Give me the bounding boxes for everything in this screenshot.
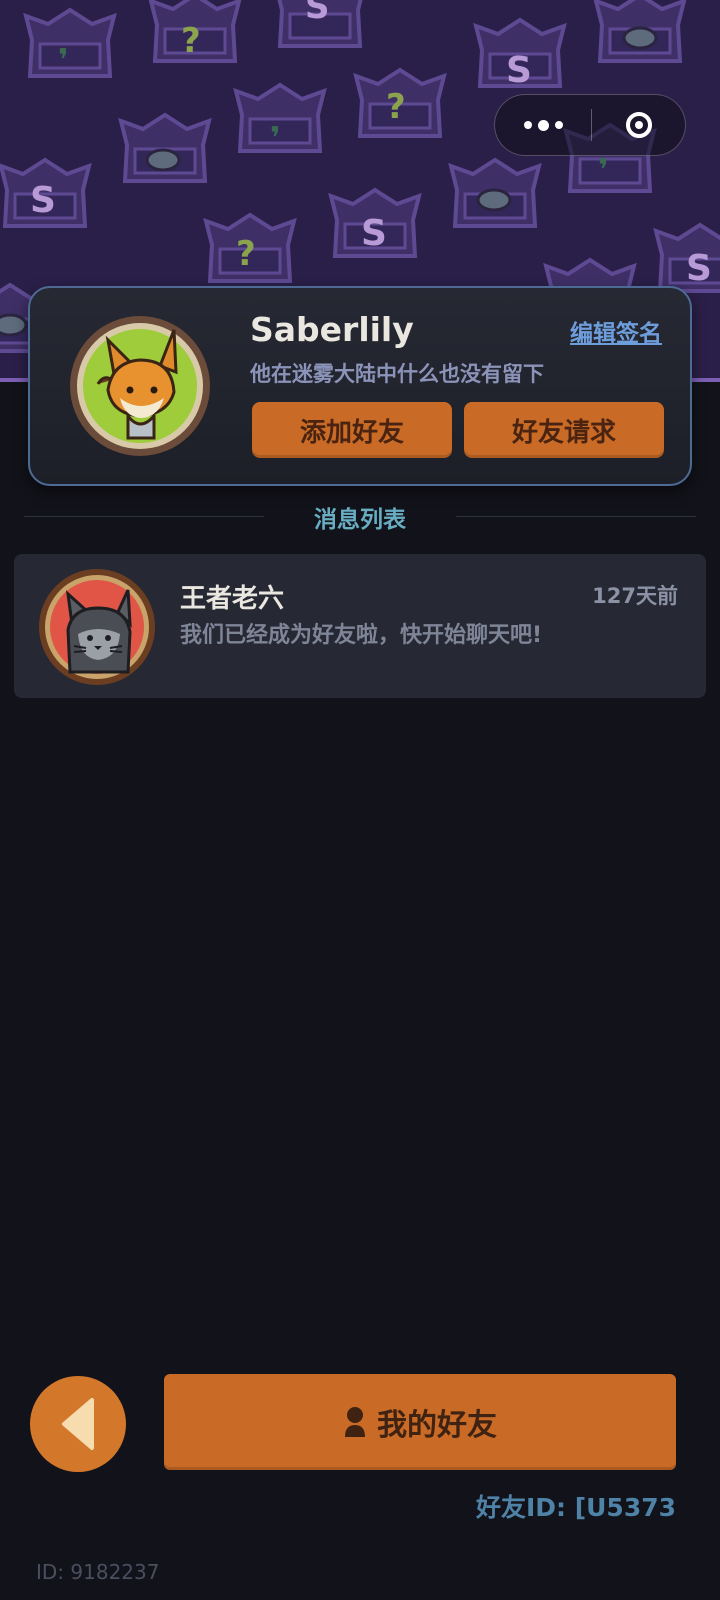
- svg-text:❜: ❜: [58, 43, 68, 78]
- svg-text:❜: ❜: [270, 121, 280, 156]
- svg-text:?: ?: [181, 21, 201, 61]
- svg-text:?: ?: [236, 234, 256, 274]
- cat-avatar: [39, 569, 155, 685]
- add-friend-button[interactable]: 添加好友: [252, 402, 452, 458]
- edit-signature-link[interactable]: 编辑签名: [570, 314, 662, 348]
- friends-page: ❜ ? S S ❜ ? ❜ S ? S S Saberlily 编辑签名 他在迷…: [0, 0, 720, 1600]
- user-id-text: ID: 9182237: [36, 1560, 160, 1584]
- profile-card: Saberlily 编辑签名 他在迷雾大陆中什么也没有留下 添加好友 好友请求: [28, 286, 692, 486]
- friend-requests-button[interactable]: 好友请求: [464, 402, 664, 458]
- back-button[interactable]: [30, 1376, 126, 1472]
- username: Saberlily: [250, 310, 414, 349]
- signature-text: 他在迷雾大陆中什么也没有留下: [250, 362, 544, 386]
- target-close-icon[interactable]: [591, 95, 687, 155]
- message-time: 127天前: [592, 584, 678, 608]
- svg-text:S: S: [506, 50, 532, 91]
- message-preview: 我们已经成为好友啦，快开始聊天吧!: [180, 623, 543, 648]
- fox-avatar[interactable]: [68, 314, 212, 458]
- svg-text:S: S: [305, 0, 330, 27]
- back-arrow-icon: [62, 1398, 94, 1450]
- contact-name: 王者老六: [180, 584, 285, 614]
- svg-text:S: S: [30, 180, 56, 221]
- person-icon: [345, 1407, 365, 1437]
- mini-program-capsule: [494, 94, 686, 156]
- svg-text:❜: ❜: [598, 153, 608, 188]
- svg-text:S: S: [361, 213, 387, 254]
- more-dots-icon[interactable]: [495, 95, 591, 155]
- my-friends-button[interactable]: 我的好友: [164, 1374, 676, 1470]
- svg-text:?: ?: [386, 87, 406, 127]
- svg-text:S: S: [686, 248, 712, 289]
- my-friends-label: 我的好友: [377, 1408, 497, 1443]
- section-title: 消息列表: [314, 507, 406, 533]
- divider-right: [456, 516, 696, 517]
- friend-id-text: 好友ID: [U5373: [475, 1493, 676, 1522]
- message-list-header: 消息列表: [24, 496, 696, 536]
- list-item[interactable]: 王者老六 127天前 我们已经成为好友啦，快开始聊天吧!: [14, 554, 706, 698]
